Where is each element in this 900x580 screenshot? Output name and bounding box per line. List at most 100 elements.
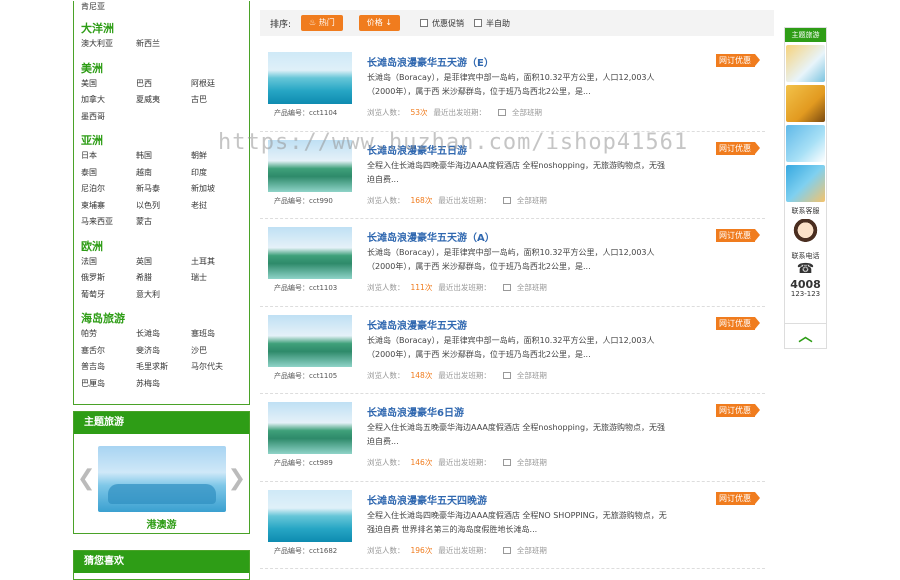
theme-thumb[interactable] — [786, 85, 825, 122]
next-arrow-icon[interactable]: ❯ — [228, 466, 246, 491]
product-title-link[interactable]: 长滩岛浪漫豪华五天游 — [367, 317, 467, 332]
destination-link[interactable]: 澳大利亚 — [81, 36, 136, 53]
product-title-link[interactable]: 长滩岛浪漫豪华6日游 — [367, 404, 464, 419]
product-thumbnail[interactable] — [268, 489, 352, 542]
destination-link[interactable]: 斐济岛 — [136, 343, 191, 360]
destination-link[interactable]: 泰国 — [81, 165, 136, 182]
destination-link[interactable]: 土耳其 — [191, 254, 246, 271]
destination-link[interactable]: 老挝 — [191, 198, 246, 215]
product-thumbnail[interactable] — [268, 314, 352, 367]
theme-thumb[interactable] — [786, 125, 825, 162]
product-title-link[interactable]: 长滩岛浪漫豪华五天四晚游 — [367, 492, 487, 507]
online-discount-badge[interactable]: 网订优惠 — [716, 404, 760, 417]
destination-link[interactable]: 越南 — [136, 165, 191, 182]
product-title-link[interactable]: 长滩岛浪漫豪华五天游（A） — [367, 229, 495, 244]
product-thumbnail[interactable] — [268, 139, 352, 192]
theme-thumb[interactable] — [786, 165, 825, 202]
destination-link[interactable]: 韩国 — [136, 148, 191, 165]
depart-label: 最近出发班期： — [438, 283, 491, 292]
destination-link[interactable]: 塞班岛 — [191, 326, 246, 343]
depart-dates[interactable]: 全部班期 — [517, 457, 547, 468]
depart-dates[interactable]: 全部班期 — [517, 195, 547, 206]
depart-dates[interactable]: 全部班期 — [517, 370, 547, 381]
checkbox-icon[interactable] — [474, 19, 483, 27]
destination-link[interactable]: 蒙古 — [136, 214, 191, 231]
sort-price-button[interactable]: 价格 ↓ — [358, 15, 401, 31]
calendar-icon — [502, 284, 511, 291]
destination-link[interactable]: 普吉岛 — [81, 359, 136, 376]
online-discount-badge[interactable]: 网订优惠 — [716, 491, 760, 505]
city-grid: 法国 英国 土耳其 俄罗斯 希腊 瑞士 葡萄牙 意大利 — [81, 254, 242, 304]
back-to-top-icon[interactable]: ︿ — [785, 323, 826, 348]
semi-self-checkbox[interactable]: 半自助 — [474, 18, 510, 29]
destination-link[interactable]: 印度 — [191, 165, 246, 182]
product-title-link[interactable]: 长滩岛浪漫豪华五天游（E） — [367, 54, 494, 69]
destination-link[interactable]: 日本 — [81, 148, 136, 165]
destination-link[interactable]: 夏威夷 — [136, 92, 191, 109]
destination-link[interactable]: 柬埔寨 — [81, 198, 136, 215]
destination-link[interactable]: 朝鲜 — [191, 148, 246, 165]
region-title[interactable]: 美洲 — [81, 61, 242, 76]
destination-link[interactable]: 肯尼亚 — [81, 1, 242, 13]
destination-link[interactable]: 沙巴 — [191, 343, 246, 360]
product-thumbnail[interactable] — [268, 227, 352, 279]
product-title-link[interactable]: 长滩岛浪漫豪华五日游 — [367, 142, 467, 157]
customer-service-icon[interactable] — [786, 219, 825, 247]
online-discount-badge[interactable]: 网订优惠 — [716, 316, 760, 330]
destination-link[interactable]: 塞舌尔 — [81, 343, 136, 360]
region-title[interactable]: 海岛旅游 — [81, 311, 242, 326]
depart-dates[interactable]: 全部班期 — [517, 545, 547, 556]
product-thumbnail[interactable] — [268, 52, 352, 104]
destination-link[interactable]: 巴西 — [136, 76, 191, 93]
product-item: 产品编号：cct989 长滩岛浪漫豪华6日游 全程入住长滩岛五晚豪华海边AAA度… — [260, 394, 765, 482]
destination-link[interactable]: 希腊 — [136, 270, 191, 287]
destination-link[interactable]: 苏梅岛 — [136, 376, 191, 393]
theme-thumb[interactable] — [786, 45, 825, 82]
online-discount-badge[interactable]: 网订优惠 — [716, 141, 760, 155]
destination-link[interactable]: 马来西亚 — [81, 214, 136, 231]
destination-link[interactable]: 古巴 — [191, 92, 246, 109]
destination-link[interactable]: 长滩岛 — [136, 326, 191, 343]
sort-hot-button[interactable]: ♨ 热门 — [301, 15, 343, 31]
region-title[interactable]: 亚洲 — [81, 133, 242, 148]
destination-link[interactable]: 新加坡 — [191, 181, 246, 198]
region-title[interactable]: 大洋洲 — [81, 21, 242, 36]
destination-link[interactable]: 新马泰 — [136, 181, 191, 198]
online-discount-badge[interactable]: 网订优惠 — [716, 54, 760, 67]
calendar-icon — [502, 459, 511, 466]
product-code: 产品编号：cct1105 — [274, 371, 338, 380]
destination-link[interactable]: 马尔代夫 — [191, 359, 246, 376]
product-meta: 浏览人数： 111次 最近出发班期： 全部班期 — [367, 282, 547, 293]
destination-link[interactable]: 尼泊尔 — [81, 181, 136, 198]
destination-link[interactable]: 意大利 — [136, 287, 191, 304]
destination-link[interactable]: 瑞士 — [191, 270, 246, 287]
destination-link[interactable]: 墨西哥 — [81, 109, 136, 126]
online-discount-badge[interactable]: 网订优惠 — [716, 229, 760, 242]
destination-link[interactable]: 美国 — [81, 76, 136, 93]
prev-arrow-icon[interactable]: ❮ — [77, 466, 95, 491]
depart-dates[interactable]: 全部班期 — [512, 107, 542, 118]
destination-link[interactable]: 阿根廷 — [191, 76, 246, 93]
depart-label: 最近出发班期： — [438, 195, 491, 205]
depart-dates[interactable]: 全部班期 — [517, 282, 547, 293]
destination-link[interactable]: 新西兰 — [136, 36, 191, 53]
panel-title: 猜您喜欢 — [74, 551, 249, 573]
destination-link[interactable]: 巴厘岛 — [81, 376, 136, 393]
product-description: 长滩岛（Boracay），是菲律宾中部一岛屿，面积10.32平方公里，人口12,… — [367, 335, 655, 359]
product-thumbnail[interactable] — [268, 402, 352, 454]
destination-link[interactable]: 毛里求斯 — [136, 359, 191, 376]
destination-link[interactable]: 葡萄牙 — [81, 287, 136, 304]
service-label[interactable]: 联系客服 — [785, 206, 826, 216]
promo-checkbox[interactable]: 优惠促销 — [420, 18, 464, 29]
city-grid: 澳大利亚 新西兰 — [81, 36, 242, 53]
region-title[interactable]: 欧洲 — [81, 239, 242, 254]
destination-link[interactable]: 英国 — [136, 254, 191, 271]
checkbox-icon[interactable] — [420, 19, 429, 27]
destination-link[interactable]: 加拿大 — [81, 92, 136, 109]
theme-caption[interactable]: 港澳游 — [74, 516, 249, 531]
destination-link[interactable]: 以色列 — [136, 198, 191, 215]
theme-image[interactable] — [98, 446, 226, 512]
destination-link[interactable]: 帕劳 — [81, 326, 136, 343]
destination-link[interactable]: 俄罗斯 — [81, 270, 136, 287]
destination-link[interactable]: 法国 — [81, 254, 136, 271]
